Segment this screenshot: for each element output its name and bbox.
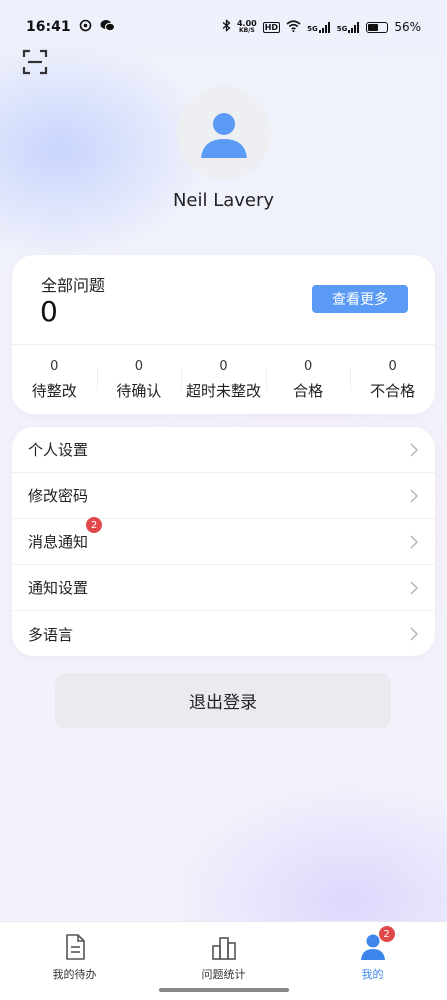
status-time: 16:41 bbox=[26, 19, 71, 35]
menu-item-notifications[interactable]: 消息通知 2 bbox=[12, 517, 435, 565]
chevron-right-icon bbox=[410, 580, 419, 595]
tab-label: 我的待办 bbox=[52, 968, 97, 981]
scan-icon bbox=[22, 49, 48, 75]
stat-overdue[interactable]: 0 超时未整改 bbox=[181, 359, 266, 401]
menu-item-change-password[interactable]: 修改密码 bbox=[12, 473, 435, 519]
menu-item-label: 个人设置 bbox=[28, 441, 89, 459]
signal-2: 5G bbox=[337, 21, 361, 33]
scan-button[interactable] bbox=[22, 49, 48, 75]
chevron-right-icon bbox=[410, 442, 419, 457]
divider bbox=[12, 344, 435, 345]
chevron-right-icon bbox=[410, 534, 419, 549]
stat-label: 待确认 bbox=[116, 382, 162, 400]
wechat-icon bbox=[100, 19, 115, 35]
tab-label: 问题统计 bbox=[201, 968, 246, 981]
status-bar: 16:41 4.00 KB/S HD 5G 5G 56% bbox=[0, 0, 447, 54]
menu-item-label: 修改密码 bbox=[28, 487, 89, 505]
stat-label: 不合格 bbox=[370, 382, 416, 400]
stat-label: 合格 bbox=[293, 382, 324, 400]
app-notification-icon bbox=[79, 19, 92, 35]
stat-value: 0 bbox=[134, 359, 144, 374]
tab-todo[interactable]: 我的待办 bbox=[0, 922, 149, 1000]
stat-value: 0 bbox=[388, 359, 397, 374]
bar-chart-icon bbox=[211, 937, 236, 960]
stat-label: 待整改 bbox=[31, 382, 77, 400]
avatar[interactable] bbox=[177, 86, 271, 180]
menu-item-label: 消息通知 2 bbox=[28, 517, 103, 552]
view-more-button[interactable]: 查看更多 bbox=[312, 285, 408, 313]
battery-icon bbox=[366, 21, 389, 33]
menu-item-personal-settings[interactable]: 个人设置 bbox=[12, 427, 435, 473]
tab-label: 我的 bbox=[361, 968, 384, 981]
signal-icon bbox=[318, 21, 330, 33]
home-indicator[interactable] bbox=[159, 988, 289, 992]
stat-value: 0 bbox=[50, 359, 59, 374]
signal-1: 5G bbox=[307, 21, 331, 33]
issue-stats: 0 待整改 0 待确认 0 超时未整改 0 合格 0 不合格 bbox=[12, 359, 435, 401]
stat-value: 0 bbox=[303, 359, 313, 374]
menu-item-notification-settings[interactable]: 通知设置 bbox=[12, 565, 435, 611]
battery-percent: 56% bbox=[394, 20, 421, 34]
stat-pending-confirm[interactable]: 0 待确认 bbox=[96, 359, 182, 401]
user-silhouette-icon bbox=[201, 113, 247, 158]
document-icon bbox=[65, 934, 85, 960]
tab-mine[interactable]: 2 我的 bbox=[298, 922, 447, 1000]
issues-title: 全部问题 bbox=[41, 276, 106, 295]
chevron-right-icon bbox=[410, 627, 419, 641]
wifi-icon bbox=[286, 19, 301, 35]
logout-button[interactable]: 退出登录 bbox=[55, 673, 391, 728]
chevron-right-icon bbox=[410, 488, 419, 503]
signal-icon bbox=[348, 21, 360, 33]
issues-card: 全部问题 0 查看更多 0 待整改 0 待确认 0 超时未整改 0 合格 0 不… bbox=[12, 255, 435, 414]
menu-item-label: 多语言 bbox=[28, 625, 74, 644]
bluetooth-icon bbox=[222, 19, 231, 35]
stat-label: 超时未整改 bbox=[185, 382, 261, 400]
issues-count: 0 bbox=[40, 295, 58, 328]
network-speed: 4.00 KB/S bbox=[236, 19, 257, 35]
settings-menu: 个人设置 修改密码 消息通知 2 通知设置 多语言 bbox=[12, 427, 435, 656]
tab-badge: 2 bbox=[378, 926, 395, 942]
menu-item-label: 通知设置 bbox=[28, 579, 89, 597]
hd-badge: HD bbox=[262, 21, 281, 33]
notification-badge: 2 bbox=[86, 517, 103, 533]
stat-qualified[interactable]: 0 合格 bbox=[265, 359, 351, 401]
stat-pending-rectify[interactable]: 0 待整改 bbox=[12, 359, 97, 401]
user-name: Neil Lavery bbox=[172, 190, 275, 211]
stat-value: 0 bbox=[219, 359, 228, 374]
stat-unqualified[interactable]: 0 不合格 bbox=[350, 359, 435, 401]
menu-item-language[interactable]: 多语言 bbox=[12, 611, 435, 657]
